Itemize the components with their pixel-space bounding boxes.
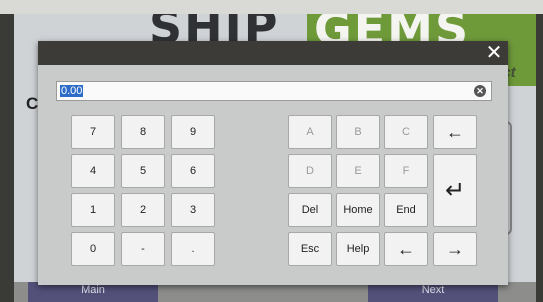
keyboard-dialog: ✕ 0.00 ✕ 7 8 9 4 5 6 1 2 3 0 - . A B C ←…: [38, 41, 508, 285]
key-6[interactable]: 6: [171, 154, 215, 188]
enter-key[interactable]: ↵: [433, 154, 477, 227]
del-key[interactable]: Del: [288, 193, 332, 227]
next-button[interactable]: Next: [368, 282, 498, 302]
key-9[interactable]: 9: [171, 115, 215, 149]
key-e[interactable]: E: [336, 154, 380, 188]
key-1[interactable]: 1: [71, 193, 115, 227]
esc-key[interactable]: Esc: [288, 232, 332, 266]
value-input[interactable]: 0.00 ✕: [56, 81, 492, 101]
end-key[interactable]: End: [384, 193, 428, 227]
key-0[interactable]: 0: [71, 232, 115, 266]
close-icon[interactable]: ✕: [484, 43, 504, 63]
left-arrow-key[interactable]: ←: [384, 232, 428, 266]
help-key[interactable]: Help: [336, 232, 380, 266]
key-minus[interactable]: -: [121, 232, 165, 266]
dialog-title-bar: ✕: [38, 41, 508, 65]
home-key[interactable]: Home: [336, 193, 380, 227]
backspace-key[interactable]: ←: [433, 115, 477, 149]
right-arrow-key[interactable]: →: [433, 232, 477, 266]
key-7[interactable]: 7: [71, 115, 115, 149]
key-5[interactable]: 5: [121, 154, 165, 188]
clear-icon[interactable]: ✕: [474, 85, 486, 97]
key-d[interactable]: D: [288, 154, 332, 188]
main-button[interactable]: Main: [28, 282, 158, 302]
key-4[interactable]: 4: [71, 154, 115, 188]
key-b[interactable]: B: [336, 115, 380, 149]
key-c[interactable]: C: [384, 115, 428, 149]
screen-bezel: [0, 0, 543, 14]
key-2[interactable]: 2: [121, 193, 165, 227]
key-8[interactable]: 8: [121, 115, 165, 149]
key-a[interactable]: A: [288, 115, 332, 149]
input-value: 0.00: [60, 83, 84, 99]
key-3[interactable]: 3: [171, 193, 215, 227]
key-decimal[interactable]: .: [171, 232, 215, 266]
key-f[interactable]: F: [384, 154, 428, 188]
input-value-text: 0.00: [60, 85, 84, 97]
